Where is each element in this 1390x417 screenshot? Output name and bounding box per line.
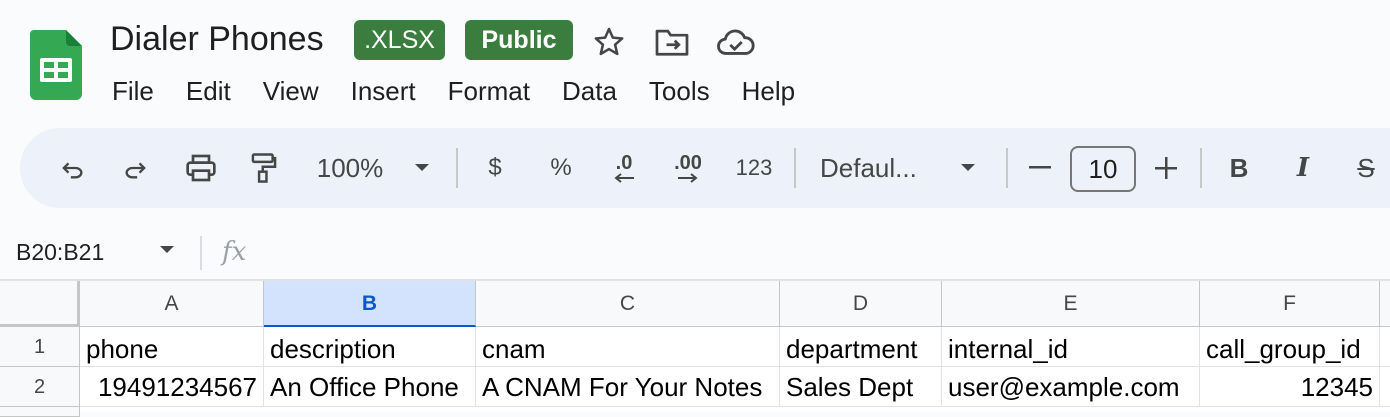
file-format-badge: .XLSX (354, 20, 445, 60)
undo-icon[interactable] (52, 128, 92, 208)
star-icon[interactable] (589, 24, 629, 60)
arrow-right-icon (678, 173, 698, 183)
menu-view[interactable]: View (247, 70, 335, 112)
font-family-select[interactable]: Defaul... (820, 128, 940, 208)
bold-button[interactable]: B (1224, 128, 1254, 208)
strikethrough-button[interactable]: S (1350, 128, 1382, 208)
arrow-left-icon (614, 173, 634, 183)
paint-format-icon[interactable] (244, 128, 284, 208)
cell-c2[interactable]: A CNAM For Your Notes (476, 367, 780, 407)
cell-partial[interactable] (1380, 327, 1390, 367)
row-header-3[interactable] (0, 407, 80, 417)
decrease-font-size-icon[interactable] (1024, 128, 1056, 208)
spreadsheet-grid: A B C D E F 1 phone description cnam dep… (0, 281, 1390, 417)
cell-b1[interactable]: description (264, 327, 476, 367)
zoom-value: 100% (316, 152, 384, 183)
more-formats-button[interactable]: 123 (730, 128, 778, 208)
zoom-select[interactable]: 100% (310, 128, 390, 208)
menu-file[interactable]: File (96, 70, 170, 112)
increase-decimal-label: .00 (674, 152, 702, 174)
increase-decimal-button[interactable]: .00 (666, 128, 710, 208)
move-to-folder-icon[interactable] (652, 24, 692, 60)
menu-bar: File Edit View Insert Format Data Tools … (96, 70, 811, 112)
fx-icon: fx (222, 237, 247, 267)
row-header-2[interactable]: 2 (0, 367, 80, 407)
name-box[interactable]: B20:B21 (16, 232, 104, 272)
cell-a2[interactable]: 19491234567 (80, 367, 264, 407)
font-size-input[interactable]: 10 (1070, 146, 1136, 192)
toolbar-divider (456, 148, 458, 188)
cloud-saved-icon[interactable] (716, 24, 756, 60)
menu-format[interactable]: Format (432, 70, 546, 112)
toolbar-divider (794, 148, 796, 188)
cell-c1[interactable]: cnam (476, 327, 780, 367)
column-header-d[interactable]: D (780, 281, 942, 327)
select-all-corner[interactable] (0, 281, 80, 327)
percent-format-button[interactable]: % (544, 128, 578, 208)
formula-divider (200, 236, 202, 270)
cell-f2[interactable]: 12345 (1200, 367, 1380, 407)
document-title[interactable]: Dialer Phones (110, 18, 324, 60)
formula-input[interactable] (270, 232, 1370, 272)
column-header-a[interactable]: A (80, 281, 264, 327)
cell-e2[interactable]: user@example.com (942, 367, 1200, 407)
column-header-partial[interactable] (1380, 281, 1390, 327)
decrease-decimal-label: .0 (615, 152, 633, 174)
redo-icon[interactable] (116, 128, 156, 208)
cell-a1[interactable]: phone (80, 327, 264, 367)
visibility-badge[interactable]: Public (465, 20, 573, 60)
cell-d2[interactable]: Sales Dept (780, 367, 942, 407)
column-header-c[interactable]: C (476, 281, 780, 327)
toolbar-divider (1200, 148, 1202, 188)
sheets-logo-icon[interactable] (30, 30, 82, 100)
print-icon[interactable] (180, 128, 222, 208)
column-header-b[interactable]: B (264, 281, 476, 327)
increase-font-size-icon[interactable] (1150, 128, 1182, 208)
menu-tools[interactable]: Tools (633, 70, 726, 112)
cell-d1[interactable]: department (780, 327, 942, 367)
name-box-dropdown-icon[interactable] (158, 242, 176, 260)
toolbar: 100% $ % .0 .00 123 Defaul... 10 B I S (20, 128, 1390, 208)
column-header-f[interactable]: F (1200, 281, 1380, 327)
decrease-decimal-button[interactable]: .0 (604, 128, 644, 208)
row-header-1[interactable]: 1 (0, 327, 80, 367)
font-dropdown-icon[interactable] (956, 128, 980, 208)
italic-button[interactable]: I (1288, 128, 1318, 208)
cell-b2[interactable]: An Office Phone (264, 367, 476, 407)
currency-format-button[interactable]: $ (480, 128, 510, 208)
menu-insert[interactable]: Insert (335, 70, 432, 112)
cell-partial[interactable] (1380, 367, 1390, 407)
toolbar-divider (1006, 148, 1008, 188)
cell-e1[interactable]: internal_id (942, 327, 1200, 367)
zoom-dropdown-icon[interactable] (410, 128, 434, 208)
cell-f1[interactable]: call_group_id (1200, 327, 1380, 367)
menu-help[interactable]: Help (726, 70, 811, 112)
menu-edit[interactable]: Edit (170, 70, 247, 112)
menu-data[interactable]: Data (546, 70, 633, 112)
font-family-value: Defaul... (820, 152, 917, 183)
column-header-e[interactable]: E (942, 281, 1200, 327)
